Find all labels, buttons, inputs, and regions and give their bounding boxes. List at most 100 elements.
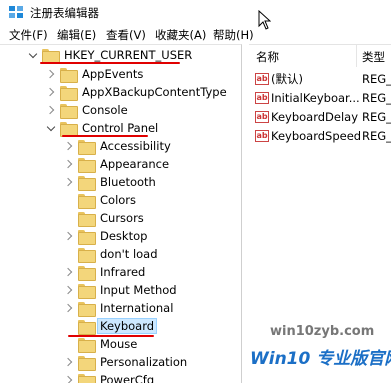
value-type: REG_ [362, 128, 391, 143]
menu-file[interactable]: 文件(F) [9, 27, 48, 43]
expand-arrow-icon[interactable] [64, 137, 76, 155]
title-bar: 注册表编辑器 [0, 0, 391, 30]
tree-item-label: AppEvents [82, 67, 144, 81]
tree-item-label: Infrared [100, 265, 146, 279]
folder-icon [60, 85, 78, 101]
folder-icon [78, 373, 96, 383]
window-title: 注册表编辑器 [30, 6, 99, 20]
tree-item-label: Cursors [100, 211, 144, 225]
tree-item-accessibility[interactable]: Accessibility [64, 137, 173, 155]
tree-item-international[interactable]: International [64, 299, 175, 317]
tree-item-colors[interactable]: Colors [64, 191, 138, 209]
expand-arrow-icon[interactable] [64, 353, 76, 371]
value-name: InitialKeyboar... [271, 90, 360, 105]
menu-edit[interactable]: 编辑(E) [57, 27, 96, 43]
collapse-arrow-icon[interactable] [46, 119, 58, 137]
tree-item-label: International [100, 301, 174, 315]
tree-item-label: Appearance [100, 157, 170, 171]
folder-icon [60, 67, 78, 83]
tree-item-label: Bluetooth [100, 175, 156, 189]
tree-item-label: Desktop [100, 229, 148, 243]
tree-item-infrared[interactable]: Infrared [64, 263, 147, 281]
tree-item-label: don't load [100, 247, 158, 261]
tree-item-appevents[interactable]: AppEvents [46, 65, 145, 83]
tree-item-label: Mouse [100, 337, 138, 351]
menu-help[interactable]: 帮助(H) [213, 27, 254, 43]
folder-icon [78, 211, 96, 227]
string-value-icon: ab [255, 129, 269, 142]
folder-icon [78, 283, 96, 299]
folder-icon [78, 301, 96, 317]
folder-icon [78, 319, 96, 335]
tree-item-mouse[interactable]: Mouse [64, 335, 139, 353]
value-name: KeyboardSpeed [271, 128, 362, 143]
column-header-name[interactable]: 名称 [256, 49, 279, 65]
value-type: REG_ [362, 71, 391, 86]
folder-icon [78, 265, 96, 281]
tree-item-label: Colors [100, 193, 137, 207]
string-value-icon: ab [255, 91, 269, 104]
expand-arrow-icon[interactable] [64, 173, 76, 191]
value-name: (默认) [271, 71, 303, 86]
value-row[interactable]: ab (默认) REG_ [249, 69, 391, 88]
folder-icon [60, 121, 78, 137]
collapse-arrow-icon[interactable] [28, 46, 40, 64]
value-type: REG_ [362, 109, 391, 124]
tree-item-input-method[interactable]: Input Method [64, 281, 179, 299]
string-value-icon: ab [255, 72, 269, 85]
tree-item-appxbackup[interactable]: AppXBackupContentType [46, 83, 229, 101]
value-row[interactable]: ab KeyboardSpeed REG_ [249, 126, 391, 145]
value-type: REG_ [362, 90, 391, 105]
tree-item-dont-load[interactable]: don't load [64, 245, 160, 263]
tree-item-label: PowerCfg [100, 373, 155, 383]
expand-arrow-icon[interactable] [64, 227, 76, 245]
expand-arrow-icon[interactable] [64, 299, 76, 317]
watermark-text: Win10 专业版官网 [250, 349, 391, 369]
value-row[interactable]: ab KeyboardDelay REG_ [249, 107, 391, 126]
tree-item-cursors[interactable]: Cursors [64, 209, 146, 227]
tree-item-label: Console [82, 103, 128, 117]
menu-view[interactable]: 查看(V) [106, 27, 146, 43]
folder-icon [78, 337, 96, 353]
expand-arrow-icon[interactable] [64, 371, 76, 383]
string-value-icon: ab [255, 110, 269, 123]
tree-item-appearance[interactable]: Appearance [64, 155, 171, 173]
expand-arrow-icon[interactable] [64, 281, 76, 299]
tree-item-desktop[interactable]: Desktop [64, 227, 149, 245]
menu-favorites[interactable]: 收藏夹(A) [155, 27, 206, 43]
tree-item-label: Accessibility [100, 139, 171, 153]
tree-item-powercfg[interactable]: PowerCfg [64, 371, 156, 383]
expand-arrow-icon[interactable] [46, 101, 58, 119]
folder-icon [78, 355, 96, 371]
registry-tree[interactable]: HKEY_CURRENT_USER AppEvents AppXBackupCo… [0, 44, 242, 383]
folder-icon [78, 139, 96, 155]
tree-item-label: AppXBackupContentType [82, 85, 227, 99]
folder-icon [78, 247, 96, 263]
tree-item-personalization[interactable]: Personalization [64, 353, 189, 371]
registry-editor-icon [9, 6, 24, 20]
tree-item-keyboard[interactable]: Keyboard [64, 317, 158, 335]
watermark-url: win10zyb.com [270, 324, 375, 339]
tree-item-bluetooth[interactable]: Bluetooth [64, 173, 158, 191]
folder-icon [78, 157, 96, 173]
tree-item-label: Control Panel [82, 121, 159, 135]
folder-icon [78, 193, 96, 209]
folder-icon [78, 229, 96, 245]
tree-item-label-selected: Keyboard [96, 318, 158, 334]
red-underline-annotation [40, 62, 180, 64]
value-name: KeyboardDelay [271, 109, 359, 124]
column-header-type[interactable]: 类型 [362, 49, 385, 65]
tree-item-label: Personalization [100, 355, 188, 369]
expand-arrow-icon[interactable] [46, 83, 58, 101]
expand-arrow-icon[interactable] [64, 263, 76, 281]
expand-arrow-icon[interactable] [64, 155, 76, 173]
folder-icon [78, 175, 96, 191]
menu-bar: 文件(F) 编辑(E) 查看(V) 收藏夹(A) 帮助(H) [0, 26, 391, 44]
list-header: 名称 类型 [249, 45, 391, 67]
value-row[interactable]: ab InitialKeyboar... REG_ [249, 88, 391, 107]
tree-item-label: HKEY_CURRENT_USER [64, 48, 193, 62]
folder-icon [42, 48, 60, 64]
tree-item-label: Input Method [100, 283, 177, 297]
expand-arrow-icon[interactable] [46, 65, 58, 83]
tree-item-console[interactable]: Console [46, 101, 130, 119]
